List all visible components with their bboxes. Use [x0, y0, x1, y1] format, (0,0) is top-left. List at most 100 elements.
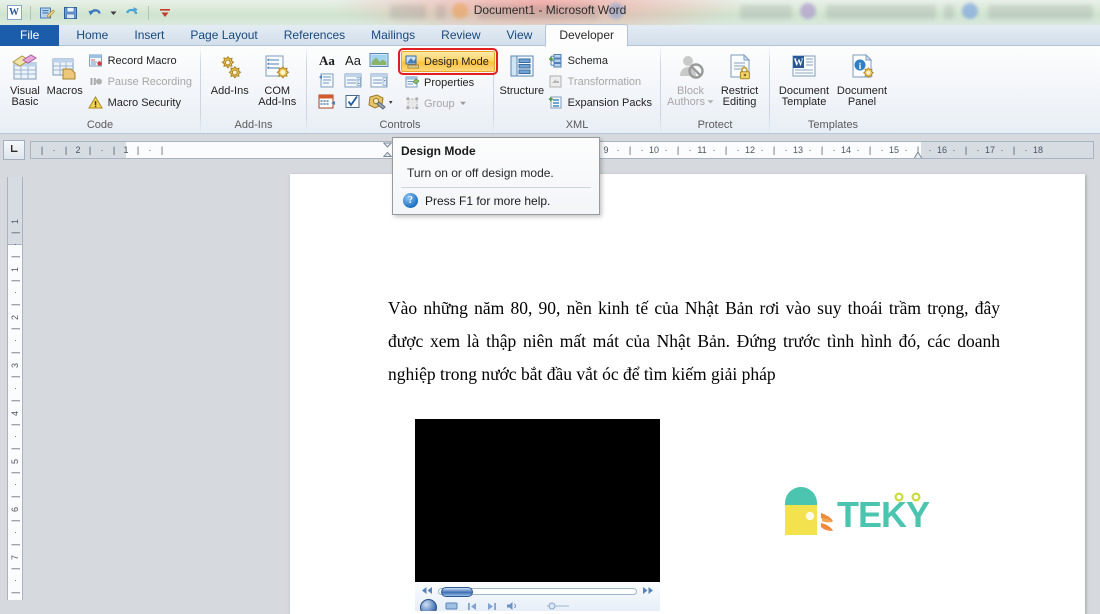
group-label-templates: Templates — [807, 119, 859, 131]
window-title: Document1 - Microsoft Word — [473, 3, 627, 17]
schema-label: Schema — [567, 54, 608, 67]
stop-button[interactable] — [445, 600, 458, 611]
group-label-protect: Protect — [697, 119, 733, 131]
rewind-button[interactable] — [421, 584, 433, 598]
macro-security-button[interactable]: Macro Security — [85, 92, 195, 113]
tab-review[interactable]: Review — [428, 25, 493, 46]
rich-text-content-control-icon[interactable]: Aa — [315, 50, 338, 69]
expansion-packs-button[interactable]: Expansion Packs — [545, 92, 655, 113]
schema-button[interactable]: Schema — [545, 50, 655, 71]
macros-button[interactable]: Macros — [45, 49, 85, 97]
pause-recording-icon — [88, 74, 104, 90]
ruler-tick: | — [136, 145, 140, 155]
tab-file[interactable]: File — [0, 25, 60, 46]
tab-stop-selector[interactable] — [3, 140, 25, 160]
tab-page-layout[interactable]: Page Layout — [177, 25, 270, 46]
macro-security-label: Macro Security — [107, 96, 181, 109]
tab-view[interactable]: View — [494, 25, 546, 46]
transformation-button: Transformation — [545, 71, 655, 92]
ruler-number: | — [10, 303, 20, 307]
design-mode-button[interactable]: Design Mode — [398, 48, 498, 75]
macros-icon — [49, 52, 81, 84]
ruler-tick: · — [976, 145, 980, 155]
group-button: Group — [401, 93, 495, 114]
legacy-tools-icon[interactable] — [367, 92, 395, 111]
ruler-tick: | — [64, 145, 68, 155]
ruler-number: | — [10, 375, 20, 379]
properties-button[interactable]: Properties — [401, 72, 495, 93]
right-indent-marker[interactable] — [913, 149, 923, 158]
expansion-packs-label: Expansion Packs — [567, 96, 652, 109]
document-template-button[interactable]: W Document Template — [775, 49, 833, 108]
ruler-number: | — [10, 471, 20, 475]
picture-content-control-icon[interactable] — [367, 50, 390, 69]
ruler-number: | — [10, 543, 20, 547]
ruler-number: | — [10, 423, 20, 427]
group-label-code: Code — [86, 119, 114, 131]
drop-down-list-content-control-icon[interactable] — [367, 71, 390, 90]
svg-text:Aa: Aa — [345, 53, 362, 68]
record-macro-button[interactable]: Record Macro — [85, 50, 195, 71]
svg-text:Aa: Aa — [319, 53, 335, 68]
check-box-content-control-icon[interactable] — [341, 92, 364, 111]
com-add-ins-button[interactable]: COM Add-Ins — [254, 49, 302, 108]
seek-slider[interactable] — [438, 586, 637, 597]
design-mode-tooltip: Design Mode Turn on or off design mode. … — [392, 137, 600, 215]
tab-references[interactable]: References — [271, 25, 358, 46]
document-paragraph[interactable]: Vào những năm 80, 90, nền kinh tế của Nh… — [388, 292, 1000, 391]
ruler-number: | — [10, 279, 20, 283]
ruler-number: | — [10, 591, 20, 595]
embedded-video-object[interactable] — [415, 419, 660, 611]
ruler-number: 2 — [8, 177, 22, 180]
document-page[interactable]: Vào những năm 80, 90, nền kinh tế của Nh… — [290, 174, 1085, 614]
group-label: Group — [424, 97, 455, 110]
properties-label: Properties — [424, 76, 475, 89]
next-button[interactable] — [486, 602, 498, 612]
play-button[interactable] — [420, 598, 437, 611]
tab-mailings[interactable]: Mailings — [358, 25, 428, 46]
structure-button[interactable]: Structure — [499, 49, 545, 97]
ruler-tick: | — [112, 145, 116, 155]
vertical-ruler[interactable]: 211234567·||·||·||·||·||·||·||·|| — [7, 177, 23, 600]
restrict-editing-label-2: Editing — [722, 96, 757, 108]
ruler-tick: · — [688, 145, 692, 155]
block-authors-dropdown-icon — [707, 97, 714, 108]
ruler-number: | — [10, 567, 20, 571]
add-ins-button[interactable]: Add-Ins — [206, 49, 254, 97]
previous-button[interactable] — [466, 602, 478, 612]
document-panel-button[interactable]: i Document Panel — [833, 49, 891, 108]
date-picker-content-control-icon[interactable] — [315, 92, 338, 111]
help-icon: ? — [403, 193, 418, 208]
tooltip-help-row: ? Press F1 for more help. — [401, 193, 591, 208]
plain-text-content-control-icon[interactable]: Aa — [341, 50, 364, 69]
document-template-icon: W — [788, 52, 820, 84]
building-block-gallery-icon[interactable] — [315, 71, 338, 90]
pause-recording-label: Pause Recording — [107, 75, 192, 88]
ribbon-group-controls: Aa Aa Design Mode Properties Group Contr… — [307, 46, 498, 134]
fast-forward-button[interactable] — [642, 584, 654, 598]
tab-developer[interactable]: Developer — [545, 24, 629, 47]
combo-box-content-control-icon[interactable] — [341, 71, 364, 90]
teky-logo: TEKY — [777, 483, 937, 539]
group-label-xml: XML — [565, 119, 589, 131]
transformation-label: Transformation — [567, 75, 642, 88]
left-indent-marker[interactable] — [382, 142, 393, 158]
visual-basic-button[interactable]: Visual Basic — [5, 49, 45, 108]
seek-thumb[interactable] — [441, 586, 473, 597]
group-icon — [404, 96, 420, 112]
tab-insert[interactable]: Insert — [121, 25, 177, 46]
ribbon: Visual Basic Macros Record Macro Pause R… — [0, 46, 1100, 134]
volume-slider[interactable] — [546, 602, 570, 611]
mute-button[interactable] — [506, 601, 520, 611]
restrict-editing-button[interactable]: Restrict Editing — [715, 49, 764, 108]
group-label-add-ins: Add-Ins — [234, 119, 273, 131]
document-panel-label-2: Panel — [847, 96, 877, 108]
content-controls-gallery[interactable]: Aa Aa — [312, 50, 395, 111]
media-player-controls[interactable] — [415, 581, 660, 611]
left-tab-stop-icon — [8, 143, 20, 158]
ruler-number: | — [10, 231, 20, 235]
expansion-packs-icon — [548, 95, 564, 111]
tab-home[interactable]: Home — [63, 25, 121, 46]
com-add-ins-icon — [261, 52, 293, 84]
ribbon-group-templates: W Document Template i Document Panel Tem… — [770, 46, 896, 134]
